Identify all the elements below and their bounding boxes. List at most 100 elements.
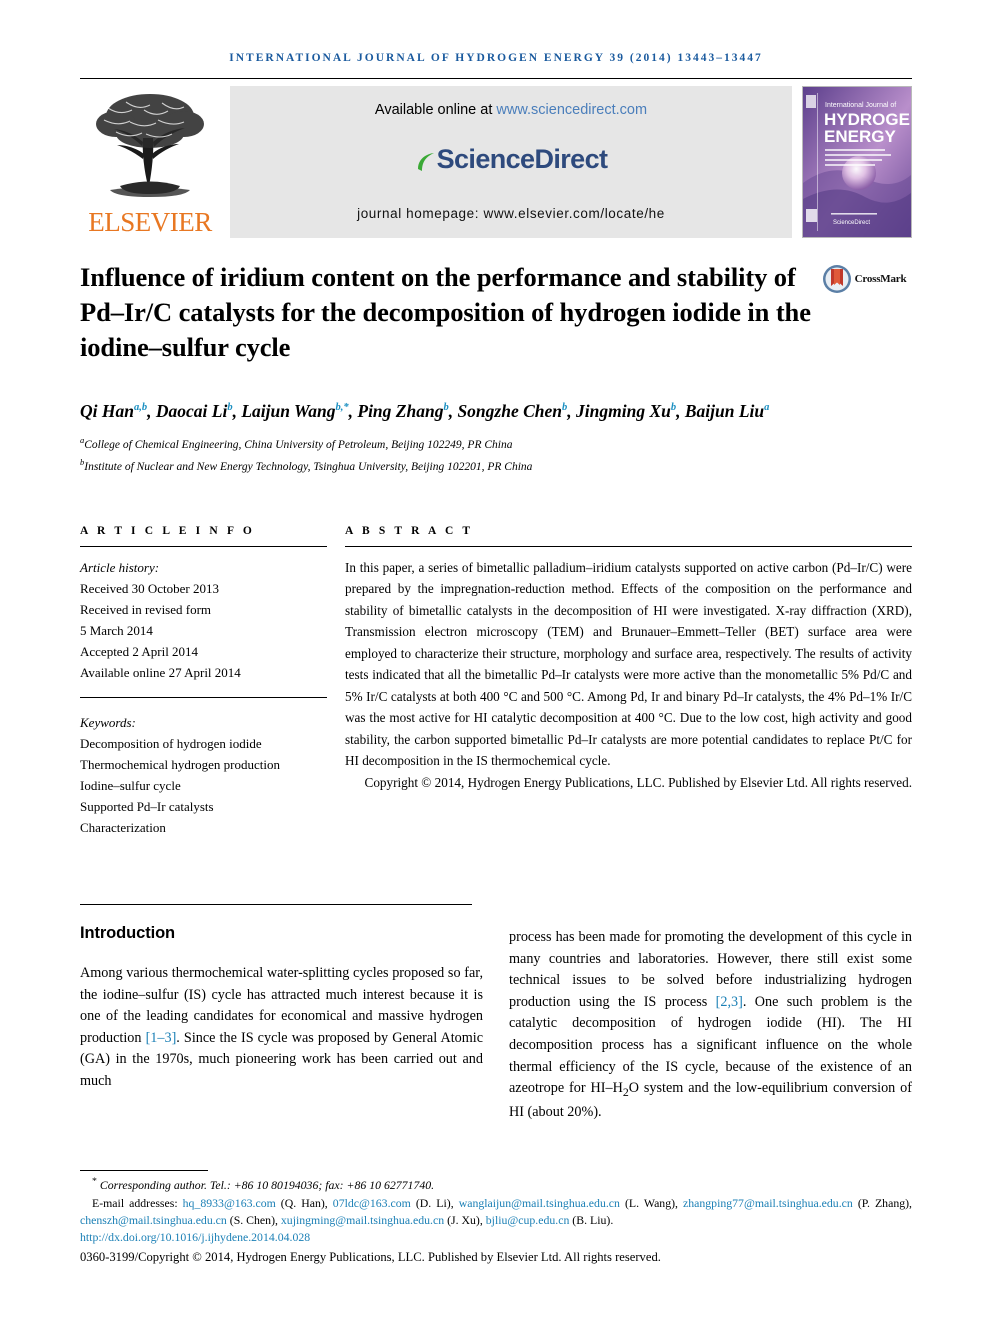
keywords-divider bbox=[80, 696, 327, 698]
author-affil-mark: b bbox=[562, 401, 568, 413]
history-item: Accepted 2 April 2014 bbox=[80, 643, 199, 659]
sciencedirect-mark-icon bbox=[417, 153, 434, 171]
footnote-divider bbox=[80, 1169, 208, 1171]
author-list: Qi Hana,b, Daocai Lib, Laijun Wangb,*, P… bbox=[80, 400, 770, 421]
author-affil-mark: b,* bbox=[335, 401, 349, 413]
sciencedirect-banner: Available online at www.sciencedirect.co… bbox=[230, 86, 792, 238]
article-info-divider bbox=[80, 545, 327, 547]
email-addresses-label: E-mail addresses: bbox=[92, 1195, 183, 1210]
article-history-label: Article history: bbox=[80, 559, 160, 575]
abstract-divider bbox=[345, 545, 912, 547]
abstract-column: A B S T R A C T In this paper, a series … bbox=[345, 525, 912, 839]
keyword-item: Iodine–sulfur cycle bbox=[80, 777, 181, 793]
introduction-title: Introduction bbox=[80, 924, 176, 943]
elsevier-wordmark: ELSEVIER bbox=[88, 207, 212, 237]
abstract-text: In this paper, a series of bimetallic pa… bbox=[345, 559, 912, 769]
author-name: Laijun Wang bbox=[241, 400, 336, 421]
introduction-left-column: Introduction Among various thermochemica… bbox=[80, 905, 483, 1138]
author-name: Ping Zhang bbox=[357, 400, 444, 421]
affiliation-text: Institute of Nuclear and New Energy Tech… bbox=[84, 460, 533, 473]
email-owner: (L. Wang), bbox=[619, 1195, 684, 1210]
available-online-label: Available online at bbox=[374, 102, 497, 118]
abstract-body: In this paper, a series of bimetallic pa… bbox=[345, 557, 912, 794]
affiliation-item: bInstitute of Nuclear and New Energy Tec… bbox=[80, 455, 912, 477]
title-row: Influence of iridium content on the perf… bbox=[80, 260, 912, 366]
keywords-block: Keywords: Decomposition of hydrogen iodi… bbox=[80, 712, 327, 838]
elsevier-tree-icon bbox=[96, 94, 204, 197]
email-link[interactable]: chenszh@mail.tsinghua.edu.cn bbox=[80, 1213, 227, 1227]
author-affil-mark: b bbox=[443, 401, 449, 413]
author-name: Qi Han bbox=[80, 400, 134, 421]
author-affil-mark: a bbox=[764, 401, 770, 413]
journal-cover-thumbnail: International Journal of HYDROGEN ENERGY… bbox=[802, 86, 912, 238]
keyword-item: Decomposition of hydrogen iodide bbox=[80, 735, 262, 751]
cover-title-line3: ENERGY bbox=[824, 127, 896, 146]
sciencedirect-link[interactable]: www.sciencedirect.com bbox=[496, 102, 647, 118]
masthead: ELSEVIER Available online at www.science… bbox=[80, 86, 912, 238]
author-item: Qi Hana,b bbox=[80, 401, 147, 421]
introduction-columns: Introduction Among various thermochemica… bbox=[80, 905, 912, 1138]
sciencedirect-word-science: Science bbox=[436, 143, 535, 174]
author-item: Ping Zhangb bbox=[357, 401, 448, 421]
doi-link[interactable]: http://dx.doi.org/10.1016/j.ijhydene.201… bbox=[80, 1229, 912, 1246]
email-link[interactable]: hq_8933@163.com bbox=[183, 1196, 276, 1210]
citation-link[interactable]: [2,3] bbox=[716, 994, 743, 1010]
history-item: 5 March 2014 bbox=[80, 622, 153, 638]
author-name: Baijun Liu bbox=[684, 400, 765, 421]
email-link[interactable]: bjliu@cup.edu.cn bbox=[486, 1213, 570, 1227]
author-affil-mark: b bbox=[227, 401, 233, 413]
email-owner: (D. Li), bbox=[410, 1195, 459, 1210]
email-owner: (P. Zhang), bbox=[852, 1195, 912, 1210]
crossmark-icon bbox=[822, 265, 851, 293]
article-history: Article history: Received 30 October 201… bbox=[80, 557, 327, 683]
introduction-right-column: process has been made for promoting the … bbox=[509, 905, 912, 1138]
paper-page: INTERNATIONAL JOURNAL OF HYDROGEN ENERGY… bbox=[0, 0, 992, 1323]
email-addresses-note: E-mail addresses: hq_8933@163.com (Q. Ha… bbox=[80, 1195, 912, 1230]
email-link[interactable]: zhangping77@mail.tsinghua.edu.cn bbox=[683, 1196, 853, 1210]
crossmark-badge[interactable]: CrossMark bbox=[816, 264, 912, 294]
keyword-item: Characterization bbox=[80, 820, 166, 836]
keywords-label: Keywords: bbox=[80, 714, 136, 730]
history-item: Received in revised form bbox=[80, 601, 212, 617]
sciencedirect-logo: ScienceDirect bbox=[415, 144, 608, 175]
abstract-heading: A B S T R A C T bbox=[345, 524, 474, 537]
author-item: Jingming Xub bbox=[576, 401, 676, 421]
corresponding-author-text: Corresponding author. Tel.: +86 10 80194… bbox=[99, 1177, 435, 1192]
author-affil-mark: b bbox=[670, 401, 677, 413]
corresponding-author-note: * Corresponding author. Tel.: +86 10 801… bbox=[80, 1176, 912, 1193]
affiliation-item: aCollege of Chemical Engineering, China … bbox=[80, 433, 912, 455]
history-item: Received 30 October 2013 bbox=[80, 580, 219, 596]
email-link[interactable]: 07ldc@163.com bbox=[333, 1196, 411, 1210]
email-owner: (B. Liu). bbox=[569, 1213, 614, 1228]
crossmark-label: CrossMark bbox=[854, 273, 907, 285]
email-owner: (S. Chen), bbox=[226, 1213, 281, 1228]
info-abstract-block: A R T I C L E I N F O Article history: R… bbox=[80, 525, 912, 839]
email-link[interactable]: xujingming@mail.tsinghua.edu.cn bbox=[281, 1213, 444, 1227]
affiliation-text: College of Chemical Engineering, China U… bbox=[84, 438, 513, 451]
running-head: INTERNATIONAL JOURNAL OF HYDROGEN ENERGY… bbox=[229, 52, 763, 64]
author-item: Laijun Wangb,* bbox=[241, 401, 348, 421]
citation-link[interactable]: [1–3] bbox=[146, 1030, 177, 1046]
page-title: Influence of iridium content on the perf… bbox=[80, 262, 811, 363]
author-name: Jingming Xu bbox=[576, 400, 671, 421]
affiliation-list: aCollege of Chemical Engineering, China … bbox=[80, 433, 912, 477]
header-divider bbox=[80, 78, 912, 79]
author-item: Daocai Lib bbox=[156, 401, 233, 421]
sciencedirect-word-direct: Direct bbox=[534, 143, 608, 174]
history-item: Available online 27 April 2014 bbox=[80, 664, 241, 680]
author-item: Baijun Liua bbox=[685, 401, 770, 421]
available-online-text: Available online at www.sciencedirect.co… bbox=[375, 102, 647, 118]
footnote-block: * Corresponding author. Tel.: +86 10 801… bbox=[80, 1169, 912, 1265]
cover-title-line1: International Journal of bbox=[825, 102, 896, 109]
journal-cover-art: International Journal of HYDROGEN ENERGY… bbox=[803, 87, 911, 237]
author-affil-mark: a,b bbox=[133, 401, 148, 413]
keyword-item: Supported Pd–Ir catalysts bbox=[80, 799, 214, 815]
email-owner: (J. Xu), bbox=[444, 1213, 486, 1228]
abstract-copyright: Copyright © 2014, Hydrogen Energy Public… bbox=[364, 774, 912, 790]
email-owner: (Q. Han), bbox=[275, 1195, 333, 1210]
email-link[interactable]: wanglaijun@mail.tsinghua.edu.cn bbox=[459, 1196, 620, 1210]
introduction-paragraph-left: Among various thermochemical water-split… bbox=[80, 963, 483, 1092]
article-info-column: A R T I C L E I N F O Article history: R… bbox=[80, 525, 327, 839]
article-info-heading: A R T I C L E I N F O bbox=[80, 524, 255, 537]
author-name: Daocai Li bbox=[155, 400, 228, 421]
